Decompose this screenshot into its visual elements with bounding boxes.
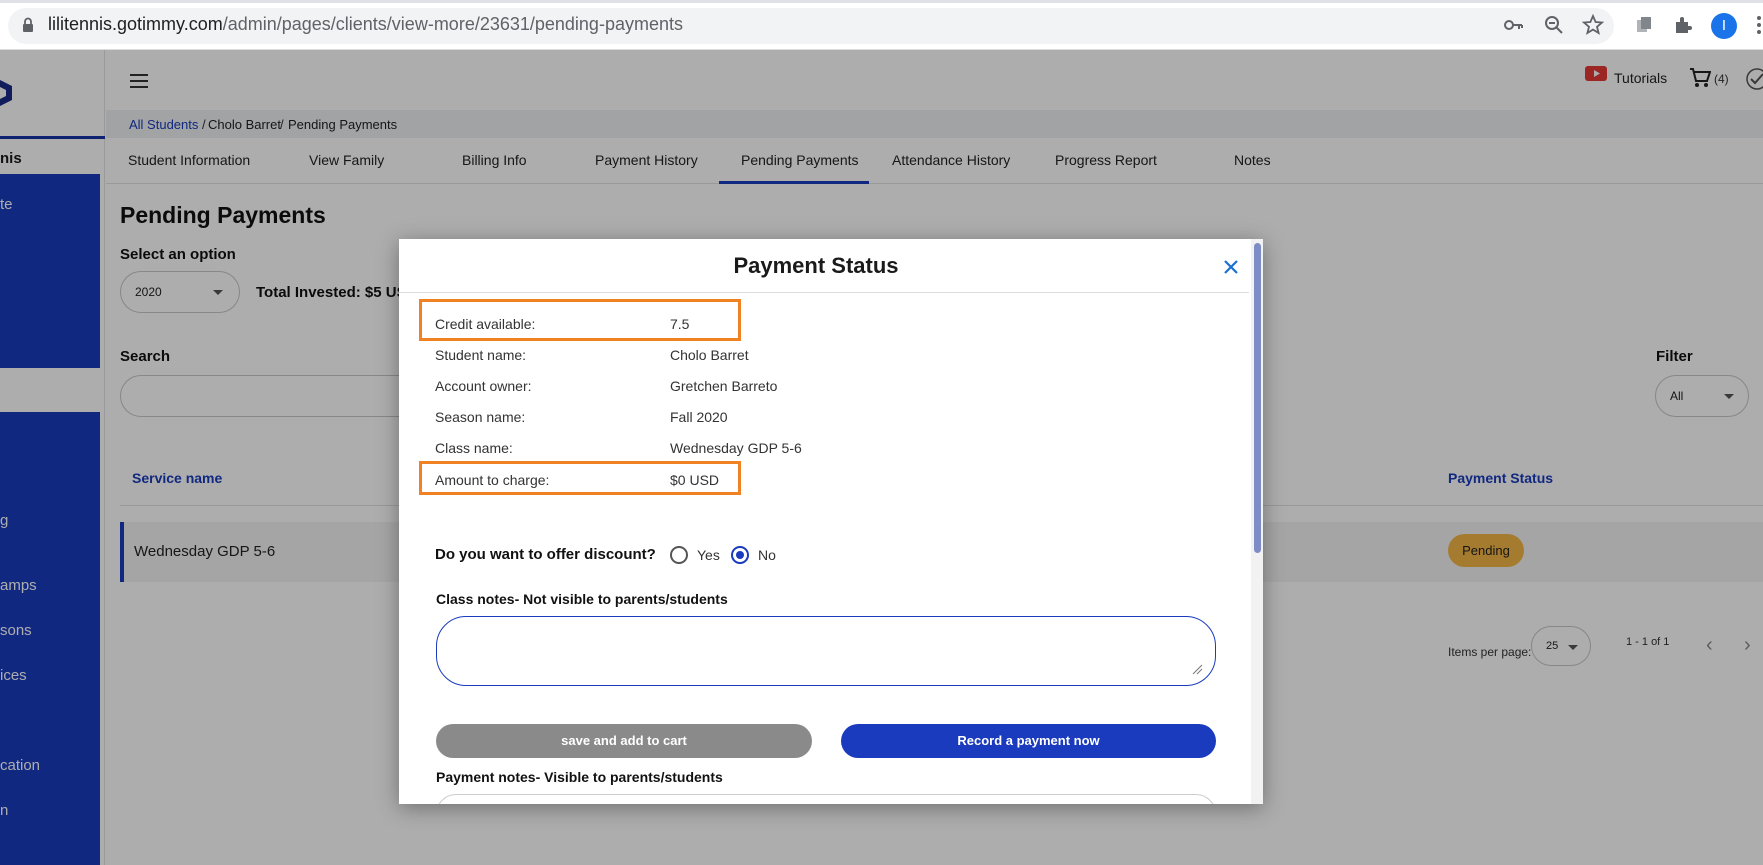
amount-to-charge-value: $0 USD — [670, 472, 720, 488]
account-owner-label: Account owner: — [435, 378, 532, 394]
resize-handle-icon[interactable] — [1191, 663, 1203, 675]
season-name-label: Season name: — [435, 409, 526, 425]
dialog-header-divider — [399, 292, 1249, 293]
extension-copy-icon[interactable] — [1633, 14, 1655, 36]
close-icon[interactable] — [1219, 255, 1243, 279]
discount-no-radio[interactable] — [731, 546, 749, 564]
lock-icon — [23, 17, 33, 32]
url-path: /admin/pages/clients/view-more/23631/pen… — [222, 14, 683, 34]
bookmark-star-icon[interactable] — [1582, 14, 1604, 36]
payment-status-dialog: Payment Status Credit available: 7.5 Stu… — [399, 239, 1263, 804]
class-notes-textarea[interactable] — [436, 616, 1216, 686]
account-owner-value: Gretchen Barreto — [670, 378, 778, 394]
key-icon[interactable] — [1503, 14, 1525, 36]
student-name-value: Cholo Barret — [670, 347, 749, 363]
url-host: lilitennis.gotimmy.com — [48, 14, 223, 34]
payment-notes-textarea[interactable] — [436, 794, 1216, 804]
browser-toolbar: lilitennis.gotimmy.com/admin/pages/clien… — [0, 0, 1763, 50]
extensions-puzzle-icon[interactable] — [1672, 14, 1694, 36]
season-name-value: Fall 2020 — [670, 409, 728, 425]
discount-question: Do you want to offer discount? — [435, 546, 656, 563]
browser-menu-icon[interactable] — [1748, 14, 1763, 36]
dialog-scrollbar-thumb[interactable] — [1254, 243, 1261, 553]
discount-yes-label[interactable]: Yes — [697, 547, 720, 563]
payment-notes-label: Payment notes- Visible to parents/studen… — [436, 769, 723, 785]
save-and-add-to-cart-button[interactable]: save and add to cart — [436, 724, 812, 758]
class-name-value: Wednesday GDP 5-6 — [670, 440, 802, 456]
profile-avatar[interactable]: I — [1711, 13, 1737, 39]
discount-yes-radio[interactable] — [670, 546, 688, 564]
discount-no-label[interactable]: No — [758, 547, 776, 563]
record-payment-button[interactable]: Record a payment now — [841, 724, 1216, 758]
credit-available-value: 7.5 — [670, 316, 690, 332]
class-name-label: Class name: — [435, 440, 513, 456]
student-name-label: Student name: — [435, 347, 527, 363]
zoom-out-icon[interactable] — [1543, 14, 1565, 36]
credit-available-label: Credit available: — [435, 316, 536, 332]
class-notes-label: Class notes- Not visible to parents/stud… — [436, 591, 728, 607]
amount-to-charge-label: Amount to charge: — [435, 472, 550, 488]
dialog-title: Payment Status — [733, 253, 899, 278]
url-text[interactable]: lilitennis.gotimmy.com/admin/pages/clien… — [48, 14, 683, 35]
tab-strip-edge — [0, 0, 1763, 3]
